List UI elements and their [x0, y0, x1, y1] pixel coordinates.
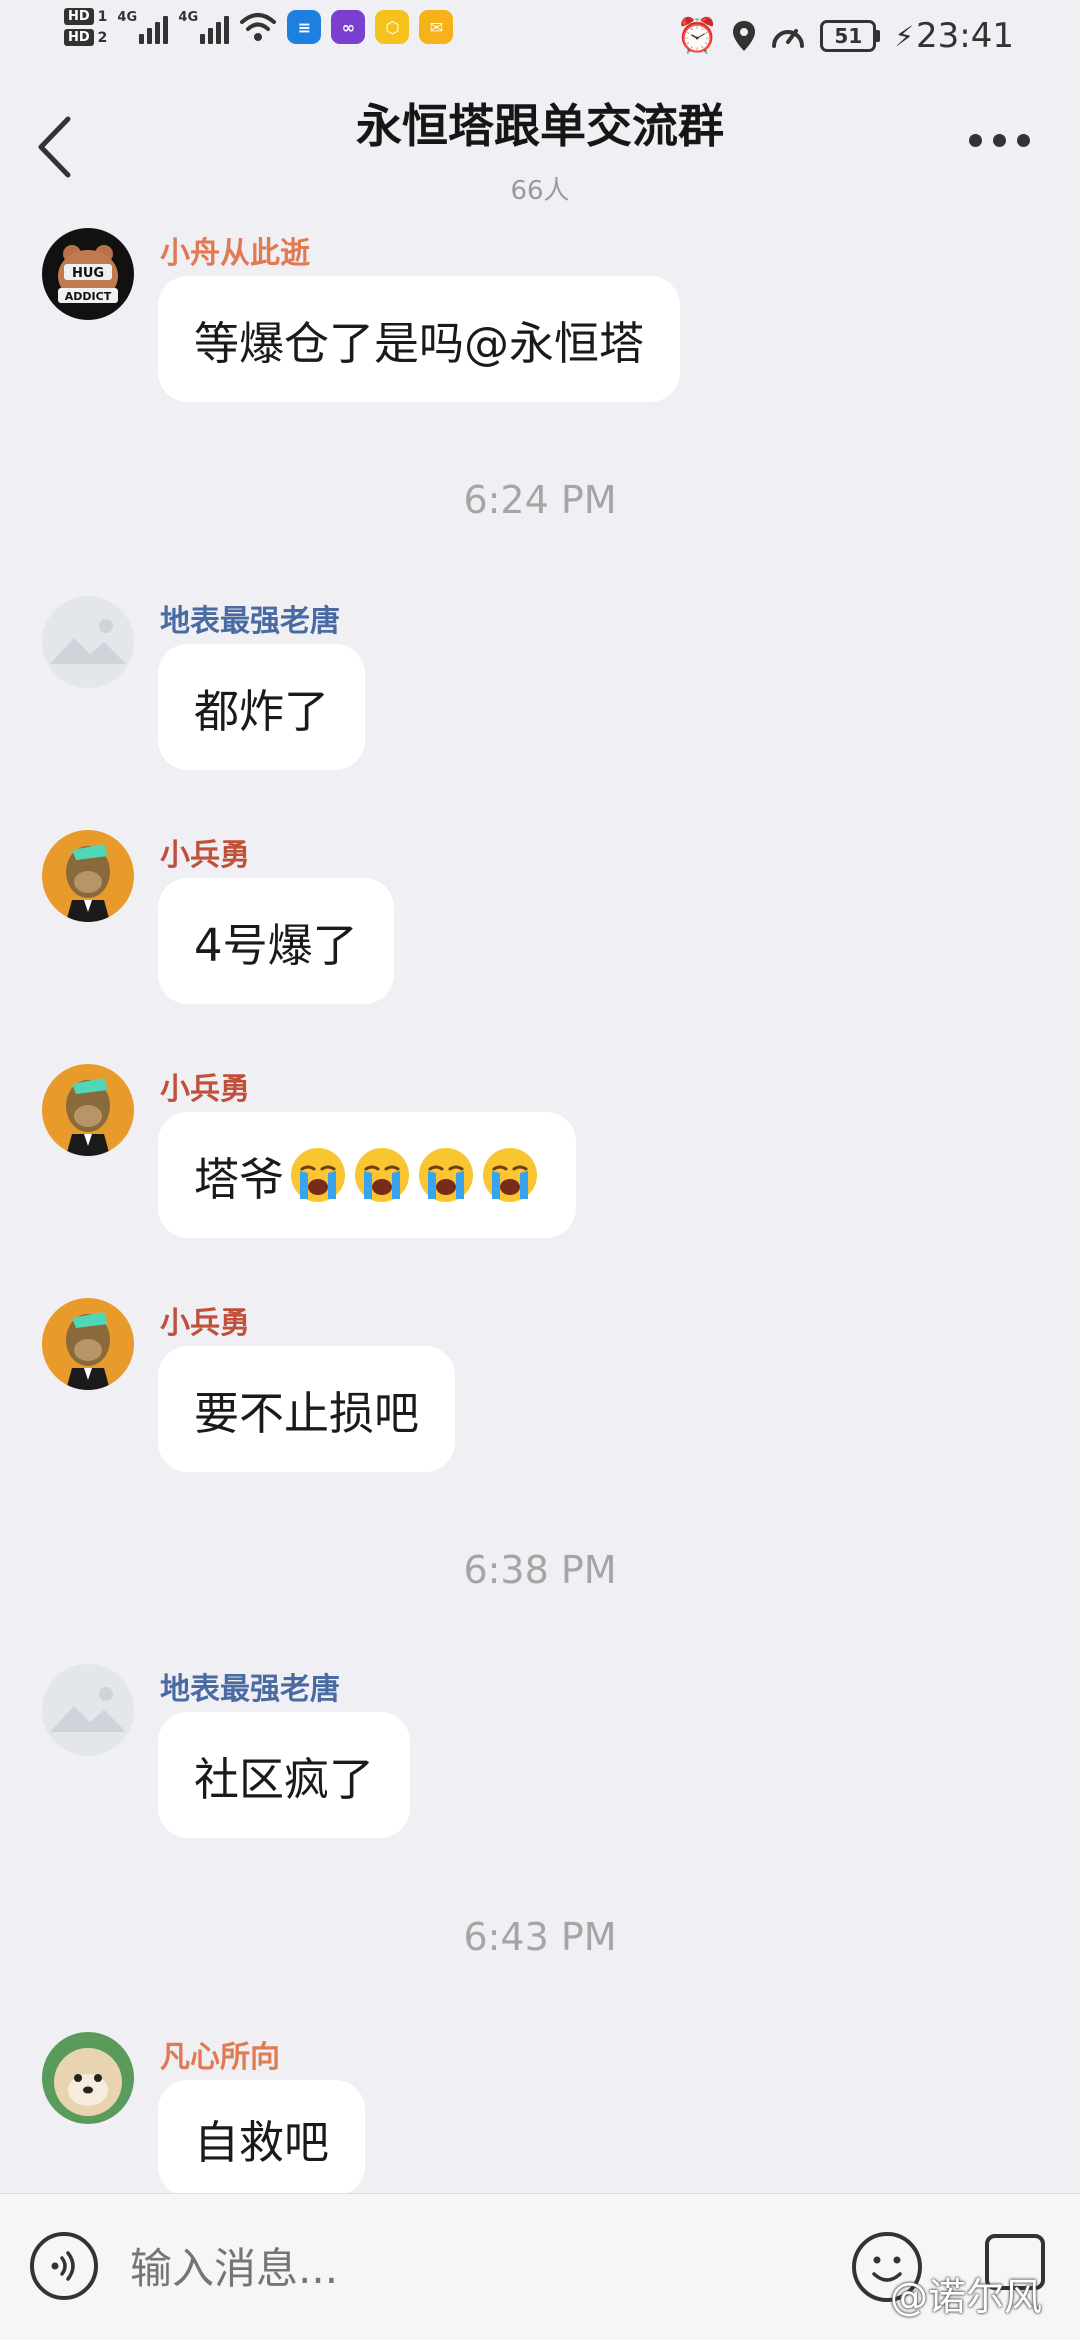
message-bubble[interactable]: 4号爆了	[158, 878, 394, 1004]
loudly-crying-face-icon	[419, 1148, 474, 1202]
message-bubble[interactable]: 要不止损吧	[158, 1346, 456, 1472]
status-bar: HD 1 HD 2 4G 4G ≡ ∞ ⬡ ✉ ⏰ 51 ⚡ 23:41	[0, 0, 1080, 72]
message-text: 塔爷	[194, 1152, 285, 1206]
hd-badge-2: HD	[64, 29, 94, 46]
hug-addict-avatar[interactable]: HUG ADDICT	[42, 228, 134, 320]
signal-icon: 4G	[117, 10, 169, 44]
sender-name[interactable]: 地表最强老唐	[160, 1664, 340, 1708]
message-bubble[interactable]: 塔爷	[158, 1112, 577, 1238]
speed-icon	[772, 29, 805, 48]
emoji-row	[288, 1145, 540, 1205]
wifi-icon	[240, 13, 277, 41]
hexagon-app-icon: ⬡	[375, 10, 410, 44]
ape-avatar[interactable]	[42, 1064, 134, 1156]
sender-name[interactable]: 凡心所向	[160, 2032, 280, 2076]
message-bubble[interactable]: 都炸了	[158, 644, 366, 770]
infinity-app-icon: ∞	[331, 10, 366, 44]
placeholder-avatar[interactable]	[42, 1664, 134, 1756]
voice-wave-icon	[51, 2251, 75, 2281]
voice-input-button[interactable]	[30, 2232, 98, 2300]
clock: 23:41	[916, 16, 1014, 56]
dog-avatar[interactable]	[42, 2032, 134, 2124]
message-bubble[interactable]: 社区疯了	[158, 1712, 411, 1838]
loudly-crying-face-icon	[483, 1148, 538, 1202]
sender-name[interactable]: 小舟从此逝	[160, 228, 310, 272]
message-bubble[interactable]: 等爆仓了是吗@永恒塔	[158, 276, 681, 402]
timestamp: 6:24 PM	[463, 478, 617, 522]
browser-app-icon: ≡	[287, 10, 322, 44]
hd-indicators: HD 1 HD 2	[64, 8, 107, 46]
loudly-crying-face-icon	[355, 1148, 410, 1202]
chat-header: 永恒塔跟单交流群 66人	[0, 72, 1080, 212]
svg-text:ADDICT: ADDICT	[65, 290, 112, 303]
timestamp: 6:43 PM	[463, 1915, 617, 1959]
sender-name[interactable]: 小兵勇	[160, 1064, 250, 1108]
chat-title: 永恒塔跟单交流群	[356, 99, 724, 153]
hd-badge-1: HD	[64, 8, 94, 25]
timestamp: 6:38 PM	[463, 1548, 617, 1592]
message-bubble[interactable]: 自救吧	[158, 2080, 366, 2196]
ape-avatar[interactable]	[42, 1298, 134, 1390]
sender-name[interactable]: 小兵勇	[160, 830, 250, 874]
sender-name[interactable]: 地表最强老唐	[160, 596, 340, 640]
location-icon	[733, 21, 756, 51]
watermark: @诺尔风	[890, 2275, 1043, 2319]
message-input[interactable]	[130, 2230, 830, 2306]
member-count[interactable]: 66人	[0, 170, 1080, 207]
charging-icon: ⚡	[894, 19, 915, 53]
signal-icon: 4G	[178, 10, 230, 44]
placeholder-avatar[interactable]	[42, 596, 134, 688]
more-options-button[interactable]	[969, 134, 1030, 147]
battery-icon: 51	[820, 20, 881, 52]
alarm-icon: ⏰	[676, 16, 719, 56]
sender-name[interactable]: 小兵勇	[160, 1298, 250, 1342]
ape-avatar[interactable]	[42, 830, 134, 922]
mail-app-icon: ✉	[419, 10, 454, 44]
svg-text:HUG: HUG	[72, 266, 104, 281]
loudly-crying-face-icon	[291, 1148, 346, 1202]
